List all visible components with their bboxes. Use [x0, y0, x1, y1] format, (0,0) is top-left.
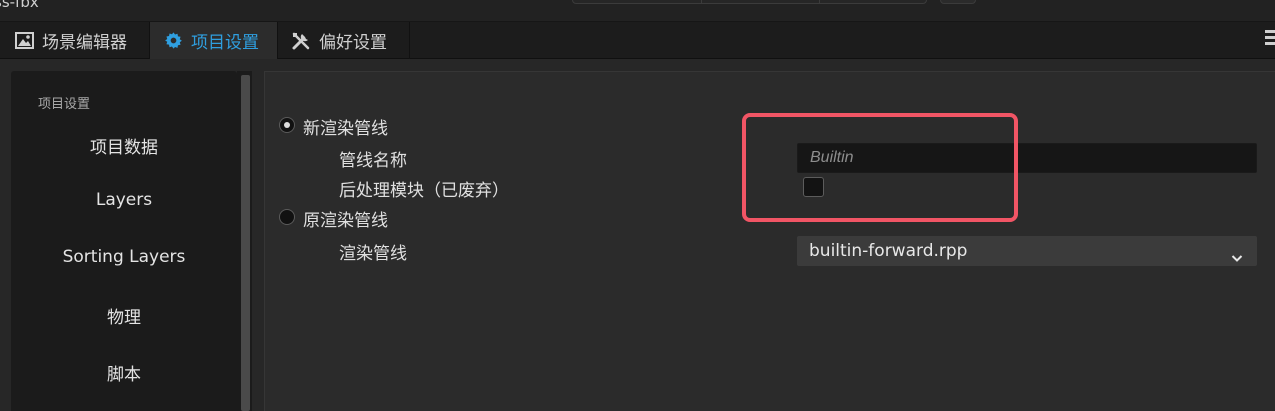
segment-divider	[701, 0, 702, 3]
render-pipeline-label: 渲染管线	[339, 244, 407, 264]
sidebar-item-sorting-layers[interactable]: Sorting Layers	[11, 247, 237, 267]
tools-icon	[291, 31, 311, 51]
chevron-down-icon	[1231, 244, 1243, 262]
scene-editor-icon	[14, 31, 34, 51]
toolbar-segmented-control[interactable]	[572, 0, 927, 4]
tab-label: 偏好设置	[319, 33, 387, 53]
tab-label: 项目设置	[191, 33, 259, 53]
render-pipeline-select[interactable]: builtin-forward.rpp	[797, 236, 1257, 266]
panel-menu-icon[interactable]	[1265, 30, 1275, 50]
tab-label: 场景编辑器	[42, 33, 127, 53]
legacy-pipeline-radio[interactable]	[279, 209, 295, 225]
sidebar-item-project-data[interactable]: 项目数据	[11, 133, 237, 158]
tab-preferences[interactable]: 偏好设置	[278, 22, 410, 59]
new-pipeline-label: 新渲染管线	[303, 119, 388, 139]
gear-icon	[163, 31, 183, 51]
tab-bar: 场景编辑器 项目设置 偏好设置	[0, 22, 1275, 59]
window-title: ss-fbx	[0, 0, 39, 11]
render-pipeline-value: builtin-forward.rpp	[809, 241, 968, 261]
sidebar-item-layers[interactable]: Layers	[11, 190, 237, 210]
sidebar-item-scripts[interactable]: 脚本	[11, 360, 237, 385]
segment-divider	[819, 0, 820, 3]
sidebar-header: 项目设置	[38, 97, 91, 112]
toolbar-button[interactable]	[940, 0, 976, 4]
new-pipeline-radio[interactable]	[279, 117, 295, 133]
sidebar-scrollbar-thumb[interactable]	[241, 75, 250, 411]
settings-sidebar: 项目设置 项目数据 Layers Sorting Layers 物理 脚本	[11, 71, 237, 411]
pipeline-name-label: 管线名称	[339, 151, 407, 171]
pipeline-name-input[interactable]	[797, 143, 1257, 173]
legacy-pipeline-label: 原渲染管线	[303, 211, 388, 231]
title-bar: ss-fbx	[0, 0, 1275, 22]
post-process-label: 后处理模块（已废弃）	[339, 181, 509, 201]
sidebar-item-physics[interactable]: 物理	[11, 303, 237, 328]
tab-project-settings[interactable]: 项目设置	[150, 22, 278, 59]
post-process-checkbox[interactable]	[803, 177, 824, 197]
tab-scene-editor[interactable]: 场景编辑器	[0, 22, 150, 59]
